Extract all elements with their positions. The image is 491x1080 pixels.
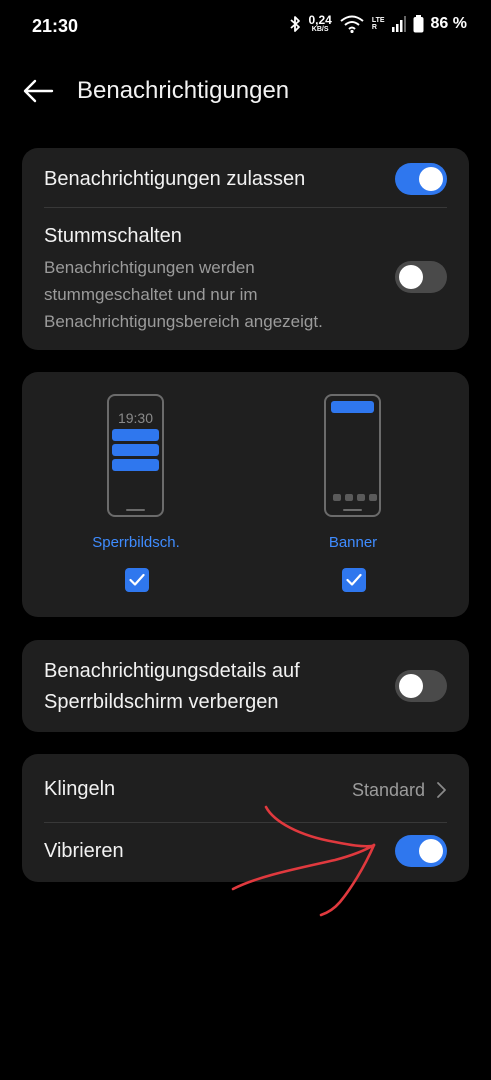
network-type: LTE R <box>372 17 385 31</box>
banner-label: Banner <box>328 534 378 551</box>
ringtone-label: Klingeln <box>44 778 116 800</box>
dock-app-icon <box>357 494 365 501</box>
mute-toggle[interactable] <box>395 261 447 293</box>
header: Benachrichtigungen <box>0 66 491 116</box>
ringtone-row[interactable]: Klingeln Standard <box>22 754 469 822</box>
home-indicator <box>126 509 145 511</box>
dock-app-icon <box>369 494 377 501</box>
hide-details-label: Benachrichtigungsdetails auf Sperrbildsc… <box>44 660 300 713</box>
battery-icon <box>413 14 424 32</box>
notification-bar <box>112 444 159 456</box>
status-time: 21:30 <box>32 16 79 36</box>
mute-label: Stummschalten <box>44 225 182 247</box>
toggle-knob <box>419 839 443 863</box>
toggle-knob <box>399 674 423 698</box>
notification-style-card: 19:30 Sperrbildsch. Banner <box>22 372 469 617</box>
divider <box>44 207 447 208</box>
banner-phone-illustration[interactable] <box>324 394 381 517</box>
details-card: Benachrichtigungsdetails auf Sperrbildsc… <box>22 640 469 732</box>
notification-bar <box>112 459 159 471</box>
status-icons: 0,24 KB/S LTE R 86 % <box>289 14 467 33</box>
mute-description: Benachrichtigungen werden stummgeschalte… <box>44 258 323 331</box>
speed-value: 0,24 <box>308 13 332 27</box>
network-speed: 0,24 KB/S <box>308 14 331 33</box>
toggle-knob <box>419 167 443 191</box>
lockscreen-phone-illustration[interactable]: 19:30 <box>107 394 164 517</box>
check-icon <box>346 573 362 586</box>
dock <box>333 494 377 501</box>
toggle-knob <box>399 265 423 289</box>
arrow-left-icon <box>23 79 54 103</box>
lockscreen-label: Sperrbildsch. <box>92 534 180 551</box>
notification-bar <box>112 429 159 441</box>
roaming-label: R <box>371 23 377 31</box>
screen: 21:30 0,24 KB/S LTE R 86 % Benachrichtig… <box>0 0 491 1080</box>
divider <box>44 822 447 823</box>
bluetooth-icon <box>290 15 301 32</box>
banner-checkbox[interactable] <box>342 568 366 592</box>
dock-app-icon <box>333 494 341 501</box>
vibrate-toggle[interactable] <box>395 835 447 867</box>
allow-notifications-toggle[interactable] <box>395 163 447 195</box>
status-bar: 21:30 0,24 KB/S LTE R 86 % <box>0 0 491 54</box>
allow-notifications-label: Benachrichtigungen zulassen <box>44 168 306 190</box>
speed-unit: KB/S <box>311 26 329 33</box>
lockscreen-checkbox[interactable] <box>125 568 149 592</box>
wifi-icon <box>340 15 364 33</box>
notifications-card: Benachrichtigungen zulassen Stummschalte… <box>22 148 469 350</box>
dock-app-icon <box>345 494 353 501</box>
battery-percent: 86 % <box>430 14 467 32</box>
back-button[interactable] <box>20 76 56 106</box>
lock-time: 19:30 <box>117 410 154 426</box>
banner-bar <box>331 401 374 413</box>
hide-details-toggle[interactable] <box>395 670 447 702</box>
chevron-right-icon <box>437 782 446 798</box>
home-indicator <box>343 509 362 511</box>
page-title: Benachrichtigungen <box>77 77 290 104</box>
vibrate-label: Vibrieren <box>44 840 124 862</box>
ringtone-value: Standard <box>351 780 425 800</box>
check-icon <box>129 573 145 586</box>
sound-card: Klingeln Standard Vibrieren <box>22 754 469 882</box>
network-label: LTE <box>371 16 385 24</box>
signal-icon <box>391 15 406 32</box>
